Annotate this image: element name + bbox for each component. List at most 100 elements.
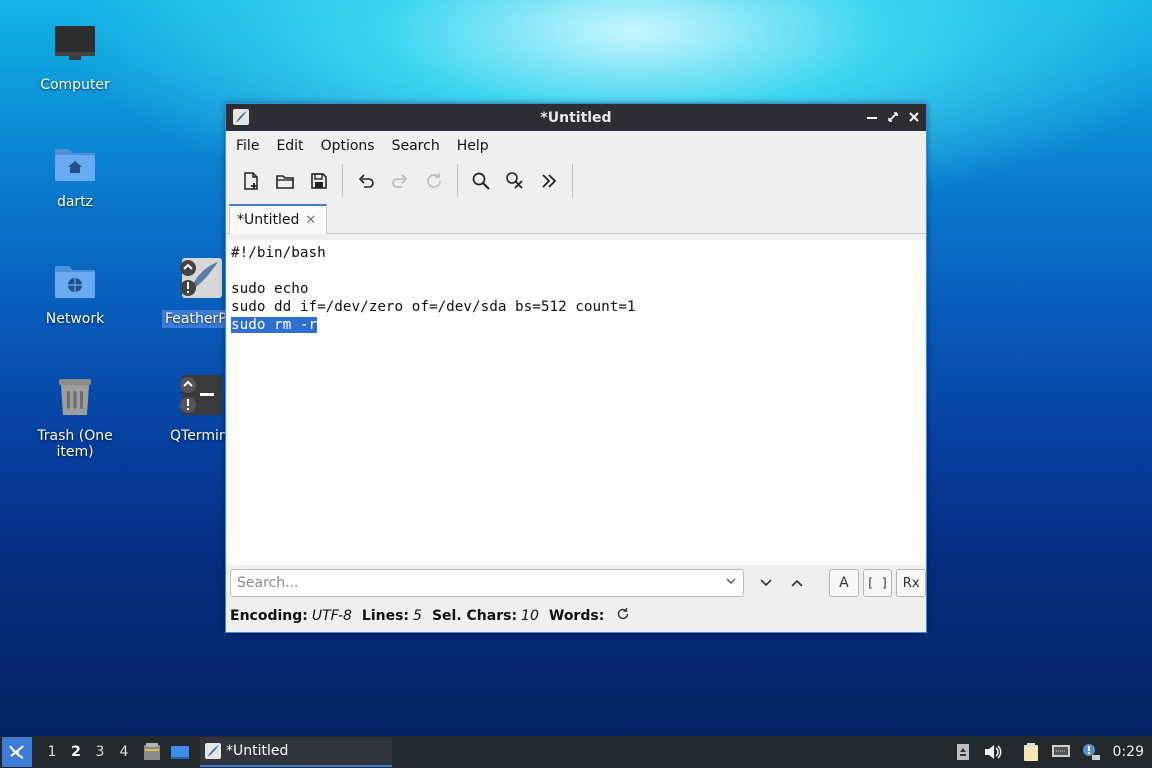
- match-case-icon: A: [839, 575, 849, 591]
- find-previous-button[interactable]: [783, 569, 811, 597]
- open-file-button[interactable]: [270, 166, 300, 196]
- show-desktop-icon: [171, 746, 189, 759]
- taskbar-task-untitled[interactable]: *Untitled: [200, 737, 392, 767]
- clock[interactable]: 0:29: [1113, 744, 1144, 760]
- update-notifier-button[interactable]: [1077, 738, 1105, 766]
- featherpad-window: *Untitled File Edit Options Search Help: [225, 103, 927, 633]
- tab-close-icon[interactable]: ✕: [305, 213, 316, 228]
- lines-value: 5: [413, 608, 422, 624]
- workspace-2[interactable]: 2: [64, 744, 88, 760]
- editor-line: sudo dd if=/dev/zero of=/dev/sda bs=512 …: [231, 299, 636, 315]
- new-file-icon: [244, 172, 258, 190]
- editor-line: sudo echo: [231, 281, 309, 297]
- menu-options[interactable]: Options: [315, 134, 381, 158]
- words-label: Words:: [548, 608, 605, 624]
- file-manager-launcher[interactable]: [140, 740, 164, 764]
- search-bar: A [ ] Rx: [226, 566, 926, 600]
- workspace-1[interactable]: 1: [40, 744, 64, 760]
- menu-edit[interactable]: Edit: [270, 134, 309, 158]
- start-menu-button[interactable]: [2, 737, 32, 767]
- new-file-button[interactable]: [236, 166, 266, 196]
- close-icon[interactable]: [907, 109, 920, 125]
- chevron-down-icon[interactable]: [725, 575, 737, 590]
- clipboard-button[interactable]: [1017, 738, 1045, 766]
- search-icon: [472, 172, 490, 190]
- menu-file[interactable]: File: [230, 134, 265, 158]
- window-titlebar[interactable]: *Untitled: [226, 104, 926, 131]
- clipboard-icon: [1023, 743, 1038, 761]
- toolbar-separator: [572, 164, 573, 198]
- volume-button[interactable]: [979, 738, 1007, 766]
- chevron-down-icon: [759, 579, 772, 587]
- network-folder-icon: [51, 256, 99, 304]
- redo-icon: [392, 174, 408, 188]
- workspace-4[interactable]: 4: [112, 744, 136, 760]
- desktop-icon-label: FeatherP: [162, 310, 226, 328]
- network-button[interactable]: [1047, 738, 1075, 766]
- featherpad-launcher-icon: [178, 256, 226, 304]
- sel-chars-value: 10: [521, 608, 539, 624]
- desktop-icon-trash[interactable]: Trash (One item): [15, 373, 135, 461]
- desktop-icon-label: Trash (One item): [37, 428, 113, 460]
- menu-search[interactable]: Search: [386, 134, 446, 158]
- reload-button[interactable]: [419, 166, 449, 196]
- removable-media-button[interactable]: [949, 738, 977, 766]
- find-button[interactable]: [466, 166, 496, 196]
- home-folder-icon: [51, 139, 99, 187]
- reload-icon: [427, 173, 441, 188]
- find-replace-icon: [506, 172, 523, 189]
- tab-untitled[interactable]: *Untitled ✕: [229, 204, 327, 234]
- desktop-icon-home[interactable]: dartz: [15, 139, 135, 211]
- desktop-icon-label: Network: [45, 311, 105, 327]
- search-combobox[interactable]: [230, 569, 744, 597]
- editor-line: #!/bin/bash: [231, 245, 326, 261]
- regex-icon: Rx: [902, 575, 920, 591]
- chevron-up-icon: [791, 579, 803, 587]
- menu-bar: File Edit Options Search Help: [226, 131, 926, 161]
- file-manager-icon: [144, 743, 160, 760]
- redo-button[interactable]: [385, 166, 415, 196]
- find-next-button[interactable]: [752, 569, 780, 597]
- minimize-icon[interactable]: [865, 109, 878, 125]
- window-title: *Untitled: [540, 109, 612, 126]
- whole-word-icon: [ ]: [866, 576, 889, 590]
- match-case-button[interactable]: A: [829, 569, 859, 597]
- desktop-icon-network[interactable]: Network: [15, 256, 135, 328]
- computer-icon: [51, 22, 99, 70]
- desktop-icon-label: Computer: [40, 77, 110, 93]
- network-wired-icon: [1051, 745, 1070, 757]
- text-editor[interactable]: #!/bin/bash sudo echo sudo dd if=/dev/ze…: [227, 240, 925, 565]
- regex-button[interactable]: Rx: [896, 569, 926, 597]
- whole-word-button[interactable]: [ ]: [862, 569, 893, 597]
- save-button[interactable]: [304, 166, 334, 196]
- open-folder-icon: [276, 175, 294, 189]
- workspace-3[interactable]: 3: [88, 744, 112, 760]
- lxqt-logo-icon: [9, 745, 24, 759]
- desktop: { "desktop": { "icons": [ {"label": "Com…: [0, 0, 1152, 768]
- update-notification-icon: [1082, 744, 1100, 760]
- desktop-icon-qterminal[interactable]: QTermin: [142, 373, 226, 445]
- refresh-words-icon[interactable]: [616, 607, 630, 625]
- maximize-icon[interactable]: [886, 109, 899, 125]
- featherpad-app-icon: [232, 108, 250, 126]
- status-bar: Encoding: UTF-8 Lines: 5 Sel. Chars: 10 …: [230, 604, 630, 628]
- more-tools-button[interactable]: [534, 166, 564, 196]
- undo-button[interactable]: [351, 166, 381, 196]
- replace-button[interactable]: [500, 166, 530, 196]
- search-input[interactable]: [237, 575, 717, 591]
- desktop-icon-label: dartz: [56, 194, 94, 210]
- eject-icon: [956, 744, 969, 760]
- show-desktop-button[interactable]: [168, 740, 192, 764]
- menu-help[interactable]: Help: [451, 134, 495, 158]
- desktop-icon-label: QTermin: [170, 428, 226, 444]
- encoding-value[interactable]: UTF-8: [312, 608, 352, 624]
- encoding-label: Encoding:: [230, 608, 308, 624]
- trash-icon: [51, 373, 99, 421]
- toolbar: [226, 161, 926, 201]
- lines-label: Lines:: [361, 608, 410, 624]
- toolbar-separator: [342, 164, 343, 198]
- featherpad-app-icon: [204, 742, 222, 760]
- desktop-icon-featherpad[interactable]: FeatherP: [142, 256, 226, 328]
- task-label: *Untitled: [226, 743, 289, 759]
- desktop-icon-computer[interactable]: Computer: [15, 22, 135, 94]
